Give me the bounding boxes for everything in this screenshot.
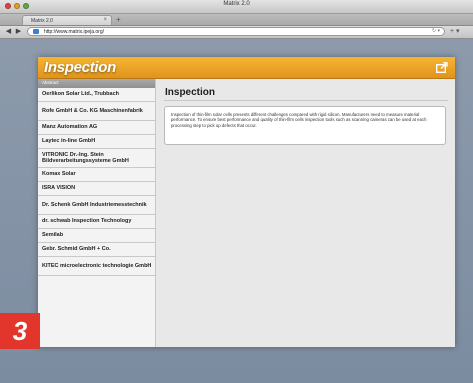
content-title: Inspection xyxy=(165,87,216,98)
sidebar-item-schenk[interactable]: Dr. Schenk GmbH Industriemesstechnik xyxy=(38,196,155,215)
reload-icon[interactable]: ↻ ▾ xyxy=(432,28,440,34)
figure-number-badge: 3 xyxy=(0,313,40,349)
main-content: Inspection Inspection of thin-film solar… xyxy=(155,79,455,347)
web-page: Inspection Abstract Oerlikon Solar Ltd.,… xyxy=(38,57,455,347)
sidebar-item-schmid[interactable]: Gebr. Schmid GmbH + Co. xyxy=(38,243,155,257)
site-favicon-icon xyxy=(33,29,39,34)
tab-bar: Matrix 2.0 × + xyxy=(0,14,473,26)
window-titlebar: Matrix 2.0 xyxy=(0,0,473,14)
sidebar-item-vitronic[interactable]: VITRONIC Dr.-Ing. Stein Bildverarbeitung… xyxy=(38,149,155,168)
sidebar-item-manz[interactable]: Manz Automation AG xyxy=(38,121,155,135)
sidebar-heading[interactable]: Abstract xyxy=(38,79,155,88)
back-icon[interactable]: ◀ xyxy=(4,27,13,36)
sidebar-item-semilab[interactable]: Semilab xyxy=(38,229,155,243)
sidebar-item-laytec[interactable]: Laytec in-line GmbH xyxy=(38,135,155,149)
page-title: Inspection xyxy=(44,59,117,76)
sidebar-item-isra[interactable]: ISRA VISION xyxy=(38,182,155,196)
tab-label: Matrix 2.0 xyxy=(31,18,53,24)
sidebar-item-kitec[interactable]: KITEC microelectronic technologie GmbH xyxy=(38,257,155,276)
sidebar-item-schwab[interactable]: dr. schwab Inspection Technology xyxy=(38,215,155,229)
tab-close-icon[interactable]: × xyxy=(103,17,107,23)
title-divider xyxy=(164,100,448,101)
address-bar[interactable]: http://www.matrix.ipeja.org/ ↻ ▾ xyxy=(27,27,445,36)
sidebar-item-rofe[interactable]: Rofe GmbH & Co. KG Maschinenfabrik xyxy=(38,102,155,121)
browser-window: Matrix 2.0 Matrix 2.0 × + ◀ ▶ http://www… xyxy=(0,0,473,383)
sidebar-item-komax[interactable]: Komax Solar xyxy=(38,168,155,182)
tab-matrix[interactable]: Matrix 2.0 × xyxy=(22,15,112,25)
toolbar-extra-icons[interactable]: + ▾ xyxy=(450,27,460,35)
address-text: http://www.matrix.ipeja.org/ xyxy=(44,29,105,35)
content-text-box: Inspection of thin-film solar cells pres… xyxy=(164,106,446,145)
sidebar-item-oerlikon[interactable]: Oerlikon Solar Ltd., Trubbach xyxy=(38,88,155,102)
page-header: Inspection xyxy=(38,57,455,79)
share-icon[interactable] xyxy=(436,62,448,73)
new-tab-icon[interactable]: + xyxy=(116,15,121,24)
forward-icon[interactable]: ▶ xyxy=(14,27,23,36)
window-title: Matrix 2.0 xyxy=(223,1,250,7)
sidebar: Abstract Oerlikon Solar Ltd., Trubbach R… xyxy=(38,79,155,347)
navigation-bar: ◀ ▶ http://www.matrix.ipeja.org/ ↻ ▾ + ▾ xyxy=(0,26,473,39)
